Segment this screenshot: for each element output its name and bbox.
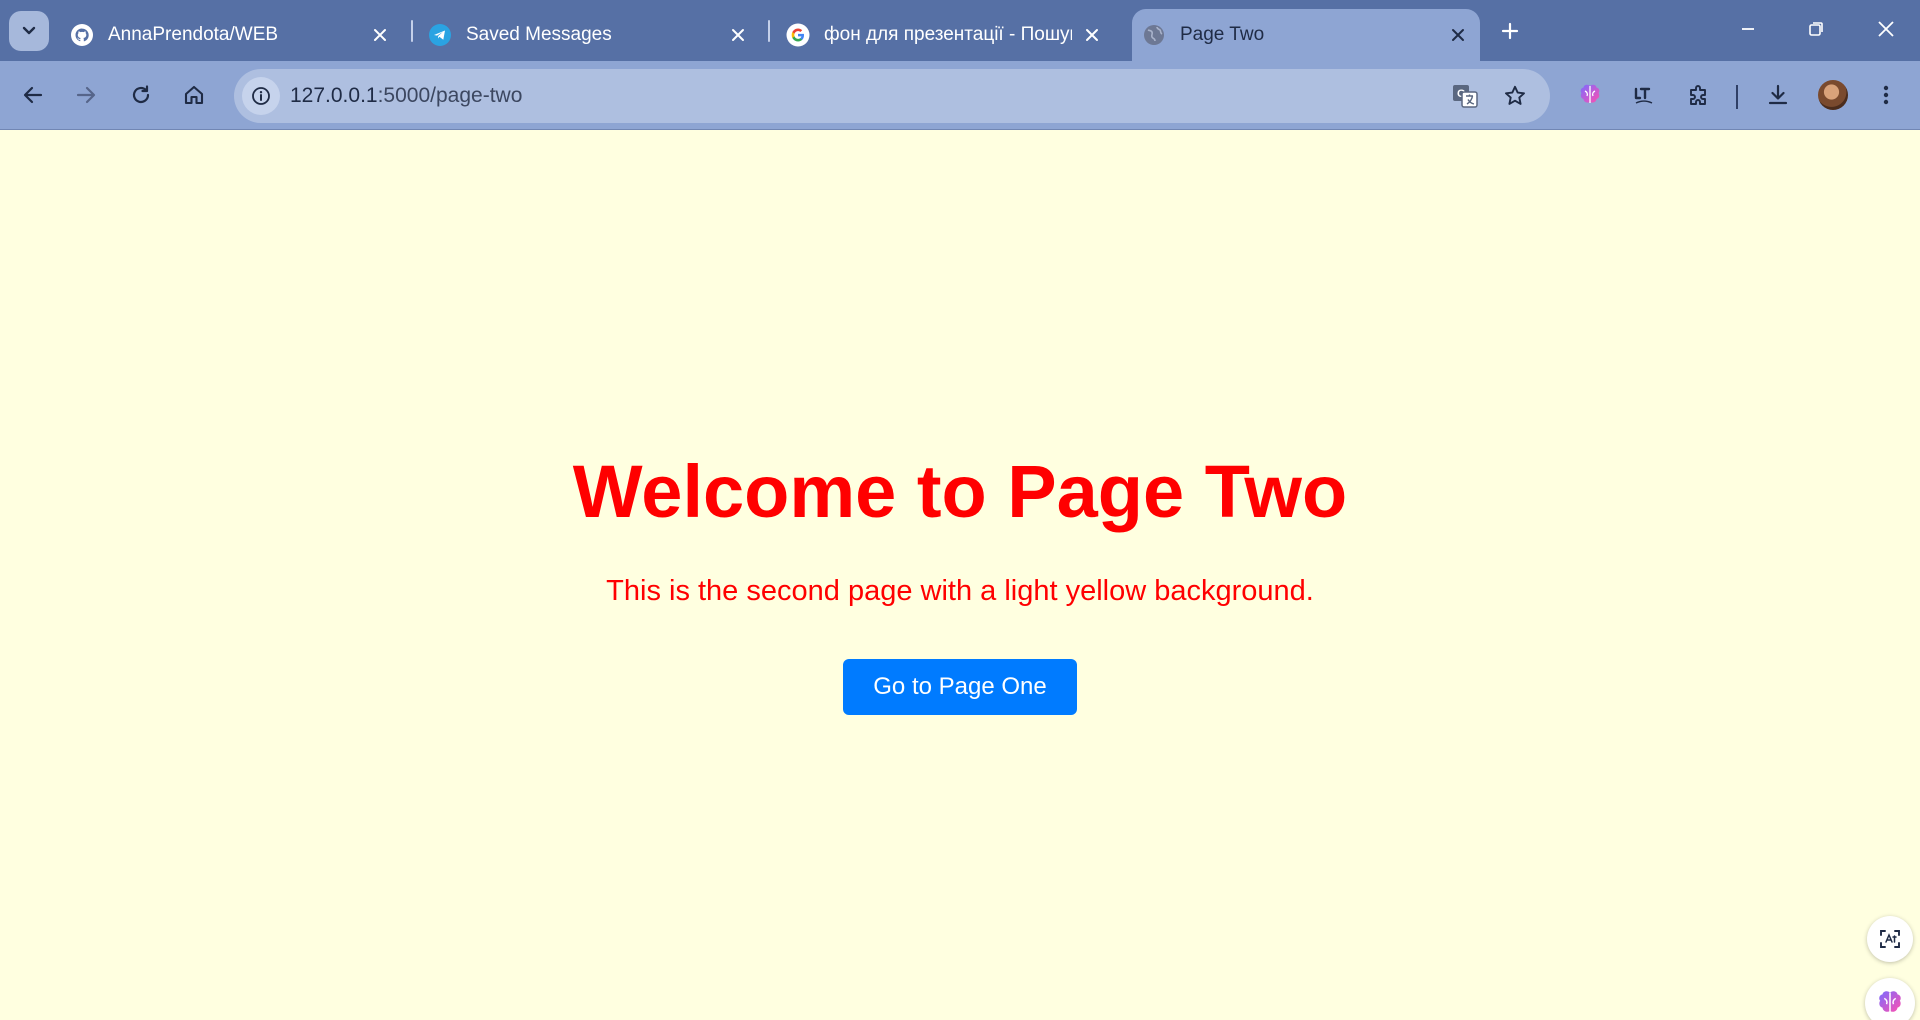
tab-strip: AnnaPrendota/WEB Saved Messages фон для … <box>0 0 1920 61</box>
tab-title: Page Two <box>1180 24 1265 45</box>
reload-icon <box>132 85 150 104</box>
languagetool-icon <box>1634 87 1653 104</box>
screen-capture-button[interactable] <box>1867 916 1913 962</box>
restore-button[interactable] <box>1788 9 1844 49</box>
plus-icon <box>1501 22 1519 40</box>
minimize-icon <box>1742 28 1754 30</box>
tab-github[interactable]: AnnaPrendota/WEB <box>70 9 400 61</box>
address-bar[interactable]: 127.0.0.1:5000/page-two G <box>234 69 1550 123</box>
capture-text-icon <box>1880 930 1900 948</box>
close-tab-icon[interactable] <box>724 21 752 49</box>
tab-google-search[interactable]: фон для презентації - Пошук G <box>786 9 1112 61</box>
extension-brain-button[interactable] <box>1570 75 1610 115</box>
close-tab-icon[interactable] <box>366 21 394 49</box>
toolbar-divider <box>1736 85 1738 109</box>
minimize-button[interactable] <box>1720 9 1776 49</box>
home-button[interactable] <box>174 75 214 115</box>
tab-title: Saved Messages <box>466 24 612 45</box>
back-button[interactable] <box>13 75 53 115</box>
profile-avatar[interactable] <box>1818 80 1848 110</box>
close-icon <box>1878 21 1894 37</box>
site-info-button[interactable] <box>242 77 280 115</box>
tab-separator <box>411 20 413 42</box>
reload-button[interactable] <box>121 75 161 115</box>
google-icon <box>786 23 810 47</box>
brain-extension-icon <box>1879 991 1901 1013</box>
more-vertical-icon <box>1883 85 1889 105</box>
tab-title: AnnaPrendota/WEB <box>108 24 279 45</box>
telegram-icon <box>428 23 452 47</box>
url-text: 127.0.0.1:5000/page-two <box>290 84 522 108</box>
downloads-button[interactable] <box>1758 75 1798 115</box>
close-window-button[interactable] <box>1858 9 1914 49</box>
tab-separator <box>768 20 770 42</box>
restore-icon <box>1809 22 1823 36</box>
browser-toolbar: 127.0.0.1:5000/page-two G <box>0 61 1920 130</box>
home-icon <box>184 85 204 105</box>
download-icon <box>1768 84 1788 105</box>
info-icon <box>252 87 270 105</box>
go-to-page-one-button[interactable]: Go to Page One <box>843 659 1077 715</box>
extensions-button[interactable] <box>1679 75 1719 115</box>
star-icon <box>1505 85 1525 105</box>
globe-icon <box>1142 23 1166 47</box>
forward-button[interactable] <box>66 75 106 115</box>
tab-page-two[interactable]: Page Two <box>1132 9 1480 61</box>
extension-languagetool-button[interactable] <box>1624 75 1664 115</box>
close-tab-icon[interactable] <box>1444 21 1472 49</box>
puzzle-icon <box>1690 85 1706 105</box>
tab-title: фон для презентації - Пошук G <box>824 24 1072 45</box>
tab-telegram[interactable]: Saved Messages <box>428 9 758 61</box>
page-heading: Welcome to Page Two <box>572 450 1348 533</box>
bookmark-button[interactable] <box>1500 81 1530 111</box>
url-host: 127.0.0.1 <box>290 84 378 107</box>
brain-extension-icon <box>1580 84 1600 103</box>
menu-button[interactable] <box>1866 75 1906 115</box>
page-content: Welcome to Page Two This is the second p… <box>0 449 1920 715</box>
new-tab-button[interactable] <box>1494 15 1526 47</box>
arrow-left-icon <box>23 86 43 104</box>
page-viewport: Welcome to Page Two This is the second p… <box>0 131 1920 1020</box>
chevron-down-icon <box>22 26 36 35</box>
translate-icon: G <box>1453 85 1478 108</box>
page-description: This is the second page with a light yel… <box>606 575 1314 607</box>
github-icon <box>70 23 94 47</box>
arrow-right-icon <box>76 86 96 104</box>
url-path: :5000/page-two <box>377 84 523 107</box>
close-tab-icon[interactable] <box>1078 21 1106 49</box>
translate-button[interactable]: G <box>1450 81 1480 111</box>
brain-assistant-button[interactable] <box>1865 978 1915 1020</box>
tab-search-button[interactable] <box>9 11 49 51</box>
